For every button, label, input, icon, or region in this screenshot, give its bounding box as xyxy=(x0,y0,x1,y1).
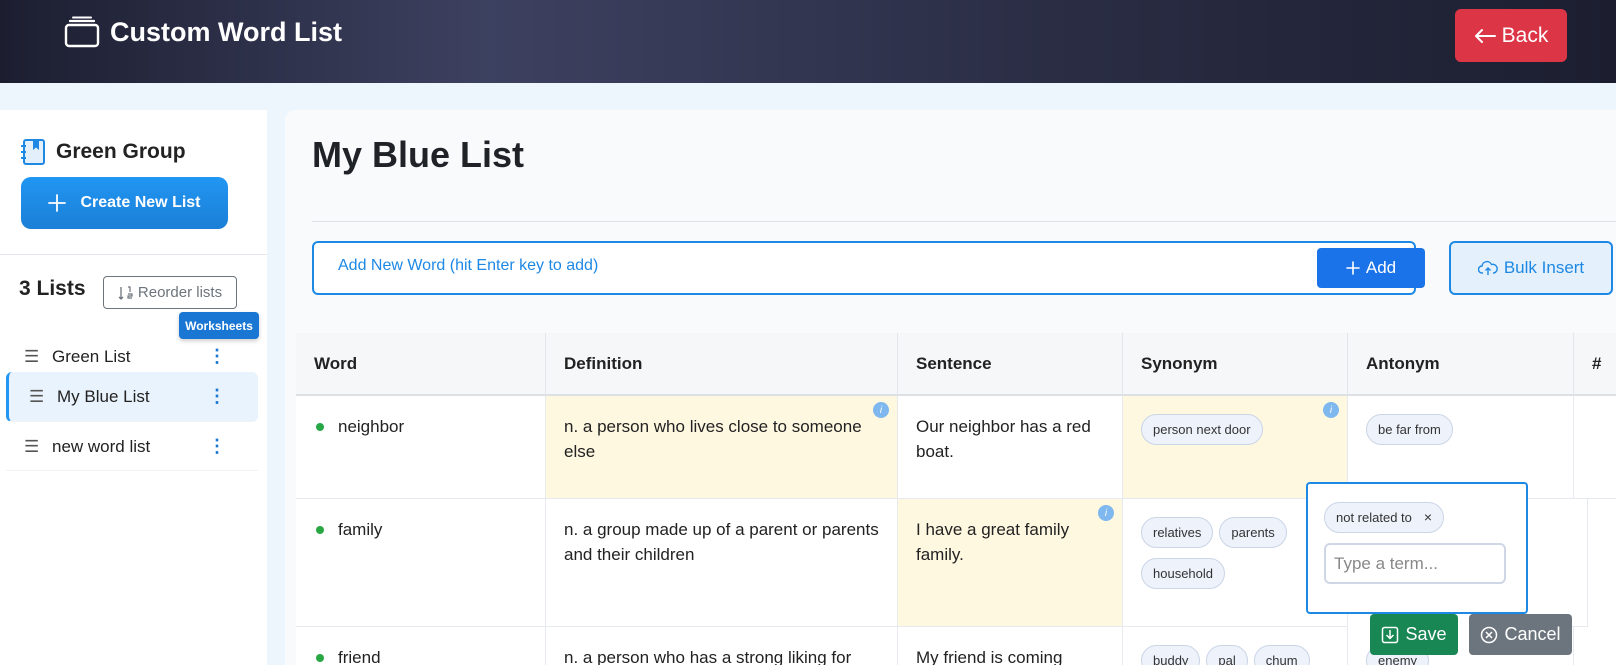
sentence-cell[interactable]: I have a great family family. i xyxy=(898,499,1123,627)
column-header-antonym[interactable]: Antonym xyxy=(1348,333,1574,396)
cancel-label: Cancel xyxy=(1504,624,1561,644)
column-header-synonym[interactable]: Synonym xyxy=(1123,333,1348,396)
cancel-button[interactable]: Cancel xyxy=(1469,614,1572,655)
definition-cell[interactable]: n. a person who lives close to someone e… xyxy=(546,396,898,499)
list-item-label: Green List xyxy=(52,346,131,366)
drag-handle-icon[interactable]: ☰ xyxy=(24,347,39,367)
list-item-label: My Blue List xyxy=(57,386,150,406)
brand: Custom Word List xyxy=(64,16,342,48)
create-label: Create New List xyxy=(80,194,201,211)
add-label: Add xyxy=(1365,258,1397,277)
sidebar: Green Group Create New List 3 Lists Reor… xyxy=(0,110,267,665)
synonym-chip[interactable]: pal xyxy=(1206,645,1248,665)
bulk-insert-button[interactable]: Bulk Insert xyxy=(1449,241,1613,295)
sentence-text: Our neighbor has a red boat. xyxy=(916,417,1091,461)
definition-text: n. a person who lives close to someone e… xyxy=(564,417,862,461)
sentence-text: I have a great family family. xyxy=(916,520,1070,564)
plus-icon xyxy=(48,194,67,212)
app-header: Custom Word List Back xyxy=(0,0,1616,83)
number-cell xyxy=(1528,499,1588,627)
reorder-label: Reorder lists xyxy=(137,284,223,301)
antonym-cell-editing[interactable]: not related to × xyxy=(1306,482,1528,614)
antonym-chip[interactable]: be far from xyxy=(1366,414,1453,445)
kebab-menu-icon[interactable]: ⋮ xyxy=(208,436,226,457)
info-icon[interactable]: i xyxy=(873,402,889,418)
arrow-left-icon xyxy=(1474,28,1496,43)
info-icon[interactable]: i xyxy=(1323,402,1339,418)
cloud-upload-icon xyxy=(1477,260,1498,275)
sidebar-divider xyxy=(0,254,267,255)
kebab-menu-icon[interactable]: ⋮ xyxy=(208,386,226,407)
lists-count: 3 Lists xyxy=(19,277,86,300)
list-item-label: new word list xyxy=(52,436,151,456)
table-row-word[interactable]: friend xyxy=(296,627,546,665)
number-cell xyxy=(1574,396,1616,499)
column-header-word[interactable]: Word xyxy=(296,333,546,396)
synonym-chip[interactable]: household xyxy=(1141,558,1225,589)
table-row-word[interactable]: family xyxy=(296,499,546,627)
synonym-chip[interactable]: parents xyxy=(1219,517,1287,548)
save-button[interactable]: Save xyxy=(1370,614,1458,655)
antonym-chip[interactable]: not related to × xyxy=(1324,502,1445,533)
column-header-definition[interactable]: Definition xyxy=(546,333,898,396)
back-button[interactable]: Back xyxy=(1455,9,1567,62)
bulk-label: Bulk Insert xyxy=(1503,258,1585,277)
synonym-chip[interactable]: relatives xyxy=(1141,517,1214,548)
status-dot xyxy=(316,526,324,534)
group-header: Green Group xyxy=(20,138,186,166)
page-title: My Blue List xyxy=(312,134,525,175)
cards-stack-icon xyxy=(64,16,100,48)
definition-cell[interactable]: n. a group made up of a parent or parent… xyxy=(546,499,898,627)
save-download-icon xyxy=(1382,626,1399,643)
status-dot xyxy=(316,654,324,662)
word-text: friend xyxy=(338,648,381,665)
table-row-word[interactable]: neighbor xyxy=(296,396,546,499)
word-text: neighbor xyxy=(338,417,405,436)
add-word-input[interactable] xyxy=(338,257,1238,275)
add-button[interactable]: Add xyxy=(1317,248,1425,288)
definition-cell[interactable]: n. a person who has a strong liking for xyxy=(546,627,898,665)
remove-chip-icon[interactable]: × xyxy=(1424,505,1432,530)
definition-text: n. a group made up of a parent or parent… xyxy=(564,520,879,564)
reorder-lists-button[interactable]: Reorder lists xyxy=(103,276,237,309)
term-input[interactable] xyxy=(1324,543,1506,584)
drag-handle-icon[interactable]: ☰ xyxy=(29,387,44,407)
synonym-chip[interactable]: buddy xyxy=(1141,645,1201,665)
add-word-box: Add xyxy=(312,241,1425,295)
sidebar-item-new-word-list[interactable]: ☰ new word list ⋮ xyxy=(6,423,258,471)
group-title: Green Group xyxy=(56,140,186,163)
kebab-menu-icon[interactable]: ⋮ xyxy=(208,346,226,367)
main-divider xyxy=(312,221,1616,222)
sentence-cell[interactable]: My friend is coming xyxy=(898,627,1123,665)
plus-icon xyxy=(1346,261,1360,275)
column-header-number[interactable]: # xyxy=(1574,333,1616,396)
sort-numeric-icon xyxy=(118,285,133,300)
word-text: family xyxy=(338,520,383,539)
address-book-icon xyxy=(21,139,45,165)
drag-handle-icon[interactable]: ☰ xyxy=(24,437,39,457)
back-label: Back xyxy=(1501,23,1549,47)
definition-text: n. a person who has a strong liking for xyxy=(564,648,852,665)
synonym-cell[interactable]: buddy pal chum xyxy=(1123,627,1348,665)
status-dot xyxy=(316,423,324,431)
synonym-chip[interactable]: person next door xyxy=(1141,414,1263,445)
sentence-cell[interactable]: Our neighbor has a red boat. xyxy=(898,396,1123,499)
antonym-chip-label: not related to xyxy=(1336,510,1412,525)
sidebar-item-my-blue-list[interactable]: ☰ My Blue List ⋮ xyxy=(6,372,258,422)
column-header-sentence[interactable]: Sentence xyxy=(898,333,1123,396)
sentence-text: My friend is coming xyxy=(916,648,1063,665)
save-label: Save xyxy=(1405,624,1447,644)
synonym-chip[interactable]: chum xyxy=(1253,645,1310,665)
app-title: Custom Word List xyxy=(110,16,342,47)
create-new-list-button[interactable]: Create New List xyxy=(21,177,228,229)
x-circle-icon xyxy=(1481,626,1498,643)
info-icon[interactable]: i xyxy=(1098,505,1114,521)
